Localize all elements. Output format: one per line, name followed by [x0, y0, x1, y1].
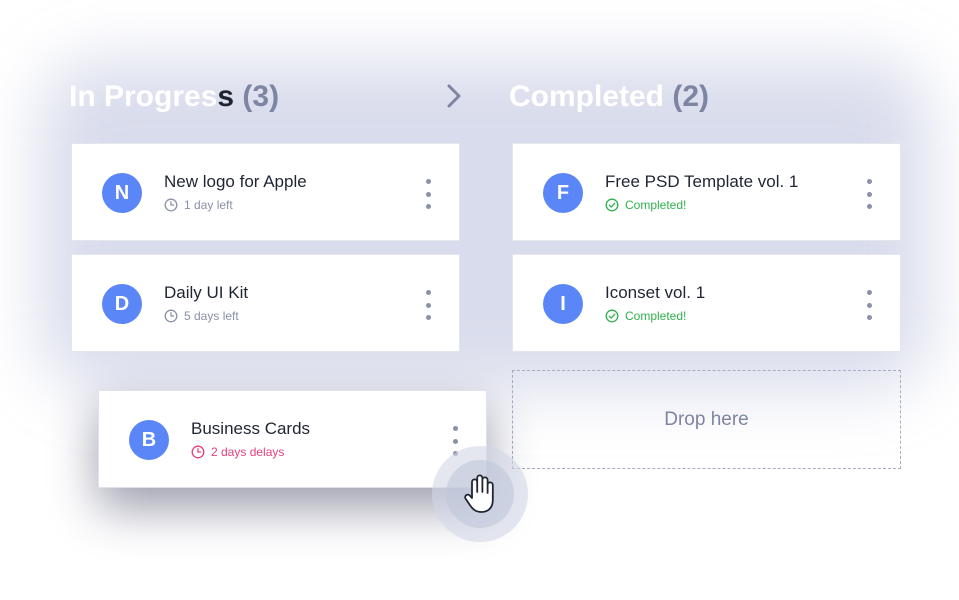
- completed-column-title: Completed (2): [509, 80, 710, 113]
- chevron-right-icon[interactable]: [441, 82, 467, 110]
- clock-icon: [164, 309, 178, 323]
- drop-zone[interactable]: Drop here: [512, 370, 901, 469]
- task-due: 1 day left: [164, 197, 233, 213]
- more-vertical-icon[interactable]: [864, 179, 874, 209]
- task-due: 5 days left: [164, 308, 239, 324]
- more-vertical-icon[interactable]: [423, 290, 433, 320]
- more-vertical-icon[interactable]: [864, 290, 874, 320]
- task-title: Free PSD Template vol. 1: [605, 172, 799, 191]
- task-card[interactable]: F Free PSD Template vol. 1 Completed!: [512, 143, 901, 241]
- more-vertical-icon[interactable]: [423, 179, 433, 209]
- task-card[interactable]: D Daily UI Kit 5 days left: [71, 254, 460, 352]
- in-progress-count: (3): [242, 80, 280, 113]
- task-title: Business Cards: [191, 419, 311, 438]
- task-due: 2 days delays: [191, 444, 284, 460]
- task-title: Iconset vol. 1: [605, 283, 706, 302]
- clock-icon: [191, 445, 205, 459]
- drop-zone-label: Drop here: [664, 408, 749, 430]
- check-circle-icon: [605, 309, 619, 323]
- task-title: Daily UI Kit: [164, 283, 249, 302]
- avatar: B: [129, 420, 169, 460]
- check-circle-icon: [605, 198, 619, 212]
- task-status: Completed!: [605, 197, 686, 213]
- avatar: D: [102, 284, 142, 324]
- in-progress-column-title: In Progress (3): [69, 80, 280, 113]
- avatar: I: [543, 284, 583, 324]
- clock-icon: [164, 198, 178, 212]
- completed-count: (2): [672, 80, 710, 113]
- task-card[interactable]: N New logo for Apple 1 day left: [71, 143, 460, 241]
- avatar: F: [543, 173, 583, 213]
- grab-hand-icon: [459, 470, 499, 516]
- dragging-task-card[interactable]: B Business Cards 2 days delays: [98, 390, 487, 488]
- task-status: Completed!: [605, 308, 686, 324]
- avatar: N: [102, 173, 142, 213]
- task-title: New logo for Apple: [164, 172, 307, 191]
- task-card[interactable]: I Iconset vol. 1 Completed!: [512, 254, 901, 352]
